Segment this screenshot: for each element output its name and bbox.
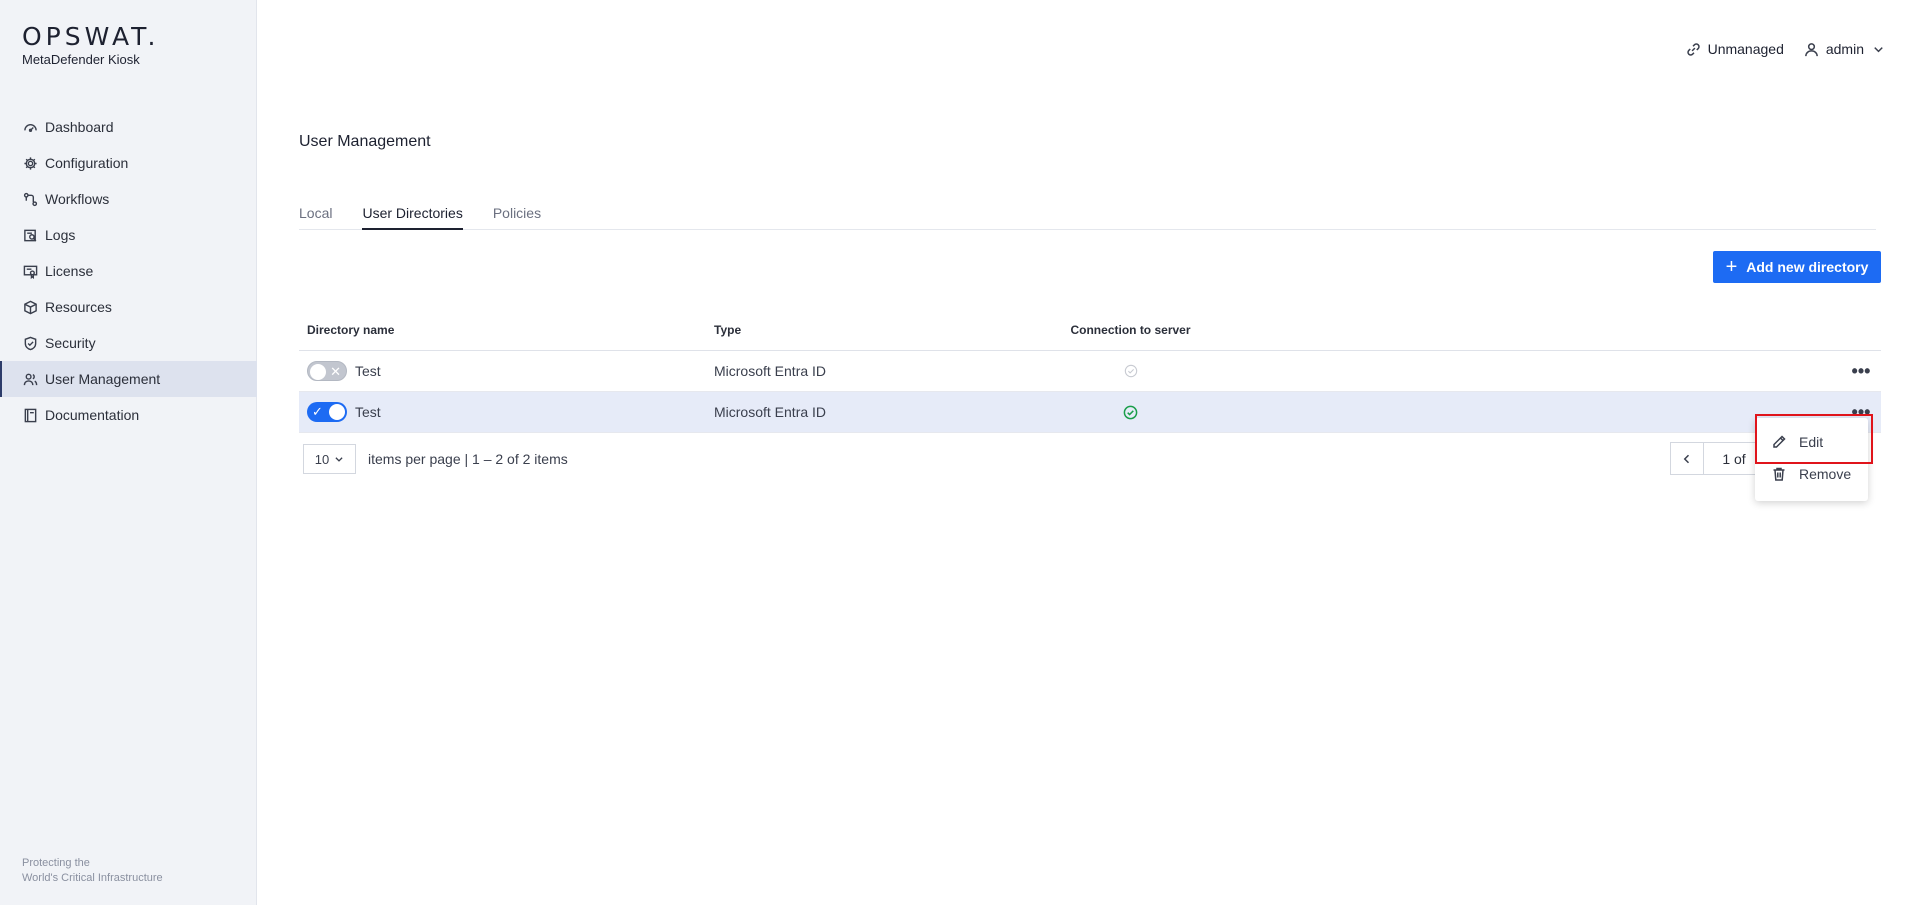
sidebar-item-dashboard[interactable]: Dashboard [0,109,257,145]
page-size-value: 10 [314,451,330,467]
sidebar-item-label: Logs [45,227,76,243]
directory-type: Microsoft Entra ID [714,404,827,420]
chevron-left-icon [1683,454,1690,463]
sidebar-item-security[interactable]: Security [0,325,257,361]
directory-enabled-toggle[interactable]: ✕ [307,361,347,381]
pagination-left: 10 items per page | 1 – 2 of 2 items [303,444,568,474]
sidebar-item-workflows[interactable]: Workflows [0,181,257,217]
page-size-select[interactable]: 10 [303,444,356,474]
shield-icon [22,335,38,351]
menu-item-edit[interactable]: Edit [1755,426,1868,458]
sidebar-item-label: Security [45,335,96,351]
add-new-directory-label: Add new directory [1746,259,1869,275]
footer-tagline-2: World's Critical Infrastructure [22,872,163,884]
book-icon [22,407,38,423]
toggle-knob [310,364,326,380]
tab-bar: Local User Directories Policies [299,200,1876,230]
check-circle-inactive-icon [1124,364,1137,378]
sidebar-item-label: License [45,263,94,279]
check-icon: ✓ [312,404,323,419]
trash-icon [1773,467,1785,481]
directory-type: Microsoft Entra ID [714,363,827,379]
connection-status [1068,364,1193,378]
connection-status [1068,405,1193,420]
row-actions-button[interactable]: ••• [1841,402,1881,422]
dashboard-icon [22,119,38,135]
opswat-logo[interactable]: OPSWAT. [22,24,159,50]
column-header-connection[interactable]: Connection to server [1068,323,1193,337]
chevron-down-icon [1874,46,1883,52]
header-actions: Unmanaged admin [1686,41,1886,57]
plus-icon: + [1725,256,1738,278]
directory-name: Test [355,404,381,420]
x-icon: ✕ [330,364,341,379]
license-icon [22,263,38,279]
logs-icon [22,227,38,243]
sidebar-nav: Dashboard Configuration Workflows Logs L… [0,109,257,433]
product-name: MetaDefender Kiosk [22,52,140,67]
brand: OPSWAT. MetaDefender Kiosk [22,24,159,68]
sidebar-item-label: Documentation [45,407,140,423]
directories-table: Directory name Type Connection to server… [299,309,1881,433]
chevron-down-icon [335,457,343,462]
directory-enabled-toggle[interactable]: ✓ [307,402,347,422]
sidebar-item-label: Configuration [45,155,129,171]
users-icon [22,371,38,387]
footer-tagline-1: Protecting the [22,857,90,869]
user-name: admin [1825,41,1864,57]
management-status[interactable]: Unmanaged [1686,41,1784,57]
tab-user-directories[interactable]: User Directories [362,200,463,230]
link-icon [1686,42,1700,56]
more-icon: ••• [1851,361,1871,381]
tab-local[interactable]: Local [299,200,332,230]
table-row[interactable]: ✓ Test Microsoft Entra ID ••• [299,392,1881,433]
workflow-icon [22,191,38,207]
sidebar-footer: Protecting the World's Critical Infrastr… [22,856,163,886]
user-icon [1804,42,1818,56]
sidebar-item-resources[interactable]: Resources [0,289,257,325]
sidebar-item-label: Resources [45,299,112,315]
pagination-summary: items per page | 1 – 2 of 2 items [368,451,568,467]
row-actions-button[interactable]: ••• [1841,361,1881,381]
column-header-name[interactable]: Directory name [299,323,714,337]
sidebar-item-documentation[interactable]: Documentation [0,397,257,433]
table-header: Directory name Type Connection to server [299,309,1881,351]
check-circle-success-icon [1123,405,1138,419]
sidebar-item-license[interactable]: License [0,253,257,289]
pencil-icon [1773,435,1786,448]
add-new-directory-button[interactable]: + Add new directory [1713,251,1881,283]
directory-name: Test [355,363,381,379]
page-title: User Management [299,133,431,150]
sidebar-item-label: Dashboard [45,119,114,135]
sidebar-item-logs[interactable]: Logs [0,217,257,253]
previous-page-button[interactable] [1671,443,1704,474]
gear-icon [22,155,38,171]
pagination-controls: 1 of [1670,442,1765,475]
management-status-label: Unmanaged [1707,41,1784,57]
row-context-menu: Edit Remove [1755,418,1868,501]
toggle-knob [329,404,345,420]
more-icon: ••• [1851,402,1871,422]
menu-item-label: Edit [1799,434,1824,450]
menu-item-label: Remove [1799,466,1852,482]
sidebar-item-label: Workflows [45,191,110,207]
sidebar: OPSWAT. MetaDefender Kiosk Dashboard Con… [0,0,257,905]
box-icon [22,299,38,315]
table-row[interactable]: ✕ Test Microsoft Entra ID ••• [299,351,1881,392]
column-header-type[interactable]: Type [714,323,1068,337]
user-menu[interactable]: admin [1804,41,1886,57]
menu-item-remove[interactable]: Remove [1755,458,1868,490]
sidebar-item-label: User Management [45,371,161,387]
sidebar-item-configuration[interactable]: Configuration [0,145,257,181]
tab-policies[interactable]: Policies [493,200,541,230]
sidebar-item-user-management[interactable]: User Management [0,361,257,397]
